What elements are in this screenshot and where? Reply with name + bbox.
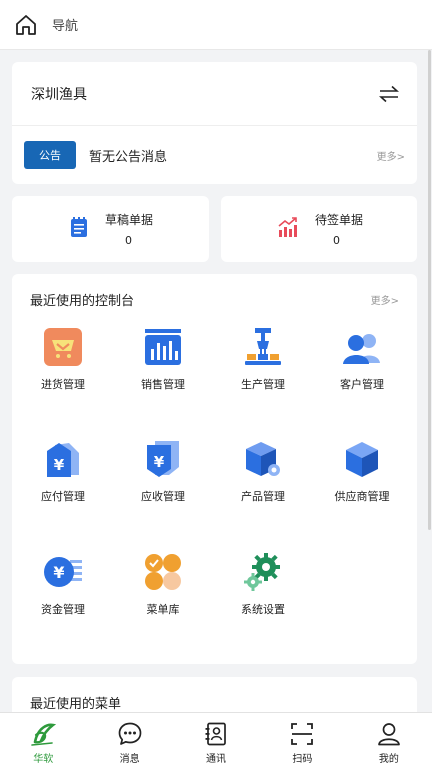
menu-library-icon — [145, 554, 181, 590]
tile-purchase[interactable]: 进货管理 — [18, 327, 108, 392]
notice-row: 公告 暂无公告消息 更多> — [12, 126, 417, 184]
tile-label: 销售管理 — [141, 378, 185, 391]
switch-arrows-icon[interactable] — [379, 85, 399, 103]
tile-sales[interactable]: 销售管理 — [118, 327, 208, 392]
tab-scan[interactable]: 扫码 — [259, 713, 345, 768]
recent-console-title: 最近使用的控制台 — [30, 294, 135, 309]
scrollbar[interactable] — [428, 50, 431, 530]
product-box-icon — [246, 442, 280, 476]
tab-contacts[interactable]: 通讯 — [173, 713, 259, 768]
tile-label: 进货管理 — [41, 378, 85, 391]
tile-label: 系统设置 — [241, 603, 285, 616]
message-bubble-icon — [118, 722, 141, 745]
tile-label: 客户管理 — [340, 378, 384, 391]
tile-label: 应收管理 — [141, 490, 185, 503]
tile-settings[interactable]: 系统设置 — [218, 552, 308, 617]
purchase-cart-icon — [44, 328, 82, 366]
console-more-link[interactable]: 更多> — [371, 292, 399, 307]
svg-text:¥: ¥ — [54, 456, 65, 474]
pending-sign-count: 0 — [333, 234, 340, 247]
tab-huaruan[interactable]: 华软 — [0, 713, 86, 768]
tab-label: 通讯 — [206, 754, 227, 765]
bottom-tab-bar: 华软 消息 通讯 扫码 我的 — [0, 712, 432, 768]
recent-console-card: 最近使用的控制台 更多> 进货管理 销售管理 生产管理 客户管理 ¥ 应付管理 … — [12, 274, 417, 664]
tile-funds[interactable]: ¥ 资金管理 — [18, 552, 108, 617]
tile-label: 菜单库 — [146, 603, 180, 616]
tile-supplier[interactable]: 供应商管理 — [317, 439, 407, 504]
notice-text: 暂无公告消息 — [89, 149, 168, 165]
svg-text:¥: ¥ — [53, 563, 64, 582]
draft-documents-count: 0 — [125, 234, 132, 247]
recent-menu-title: 最近使用的菜单 — [30, 697, 122, 712]
tile-production[interactable]: 生产管理 — [218, 327, 308, 392]
company-card: 深圳渔具 公告 暂无公告消息 更多> — [12, 62, 417, 184]
tile-receivable[interactable]: ¥ 应收管理 — [118, 439, 208, 504]
page-title: 导航 — [52, 19, 79, 34]
tile-menu-library[interactable]: 菜单库 — [118, 552, 208, 617]
receivable-yen-icon: ¥ — [147, 441, 179, 477]
tab-messages[interactable]: 消息 — [86, 713, 172, 768]
profile-icon — [377, 723, 400, 746]
payable-yen-icon: ¥ — [47, 443, 79, 477]
supplier-cube-icon — [346, 442, 378, 477]
home-icon[interactable] — [14, 13, 38, 37]
scan-icon — [291, 723, 314, 745]
pending-sign-card[interactable]: 待签单据 0 — [221, 196, 417, 262]
company-name: 深圳渔具 — [31, 86, 87, 103]
tile-payable[interactable]: ¥ 应付管理 — [18, 439, 108, 504]
company-row[interactable]: 深圳渔具 — [12, 62, 417, 126]
tile-label: 应付管理 — [41, 490, 85, 503]
brand-logo-icon — [31, 723, 57, 746]
draft-notepad-icon — [71, 217, 87, 237]
top-bar: 导航 — [0, 0, 432, 50]
tab-label: 扫码 — [292, 754, 313, 765]
customers-icon — [343, 334, 380, 364]
pending-growth-chart-icon — [278, 217, 297, 237]
notice-badge[interactable]: 公告 — [24, 141, 76, 169]
tile-product[interactable]: 产品管理 — [218, 439, 308, 504]
contacts-book-icon — [205, 722, 226, 746]
notice-more-link[interactable]: 更多> — [377, 148, 405, 163]
settings-gears-icon — [244, 553, 280, 591]
tile-label: 生产管理 — [241, 378, 285, 391]
tab-label: 华软 — [33, 754, 54, 765]
svg-text:¥: ¥ — [154, 453, 165, 471]
funds-yen-icon: ¥ — [44, 557, 82, 587]
production-crane-icon — [245, 328, 281, 365]
tile-label: 资金管理 — [41, 603, 85, 616]
sales-chart-icon — [145, 329, 181, 365]
tab-label: 消息 — [119, 754, 140, 765]
draft-documents-card[interactable]: 草稿单据 0 — [12, 196, 209, 262]
tile-label: 产品管理 — [241, 490, 285, 503]
tile-label: 供应商管理 — [334, 490, 390, 503]
tab-label: 我的 — [378, 754, 399, 765]
pending-sign-label: 待签单据 — [315, 213, 364, 227]
tile-customers[interactable]: 客户管理 — [317, 327, 407, 392]
tab-profile[interactable]: 我的 — [346, 713, 432, 768]
draft-documents-label: 草稿单据 — [105, 213, 154, 227]
